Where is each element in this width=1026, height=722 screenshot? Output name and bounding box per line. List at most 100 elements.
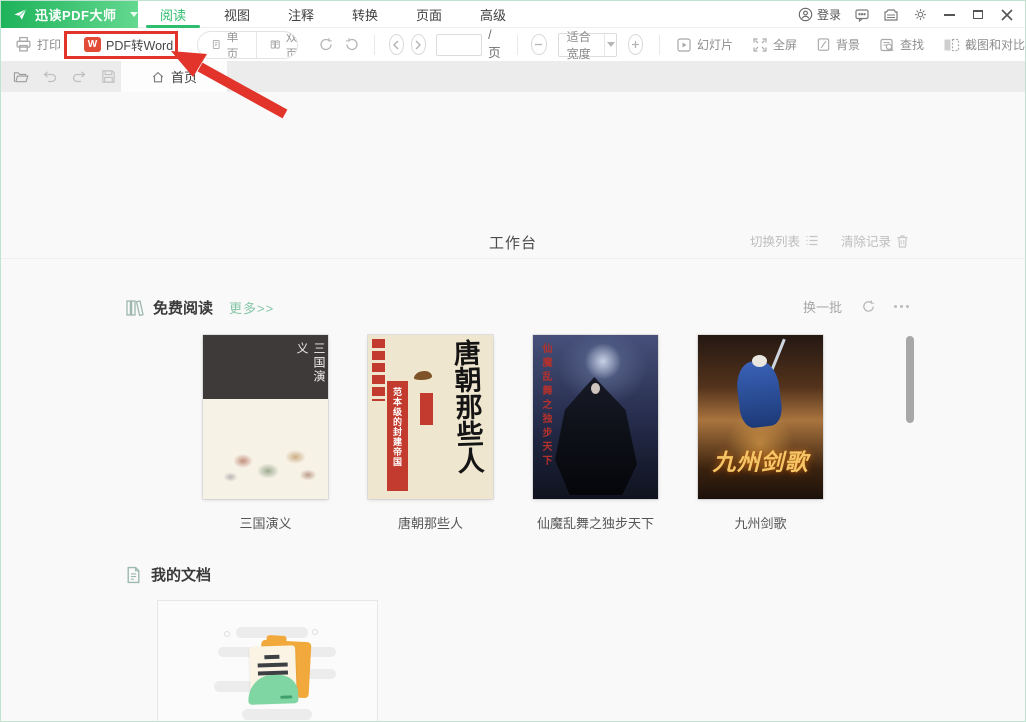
next-page-button[interactable] (410, 34, 427, 55)
login-label: 登录 (816, 8, 841, 22)
free-reading-header: 免费阅读 更多>> (125, 297, 274, 318)
redo-button[interactable] (71, 69, 87, 85)
zoom-mode-select[interactable]: 适合宽度 (557, 30, 617, 61)
free-reading-title: 免费阅读 (153, 300, 214, 317)
switch-list-button[interactable]: 切换列表 (750, 231, 819, 250)
document-tabstrip: 首页 (1, 61, 1025, 92)
printer-icon (16, 36, 31, 52)
page-number-input[interactable] (436, 33, 483, 56)
my-documents-title: 我的文档 (151, 567, 212, 584)
undo-icon (43, 70, 57, 82)
cover-title-text: 仙魔乱舞之独步天下 (540, 343, 551, 469)
save-icon (101, 70, 115, 83)
rotate-cw-icon (320, 38, 332, 51)
document-icon (125, 566, 142, 584)
prev-page-button[interactable] (388, 34, 404, 55)
book-title[interactable]: 唐朝那些人 (368, 513, 493, 532)
double-page-icon (270, 40, 280, 49)
chevron-right-icon (415, 40, 422, 49)
tab-page[interactable]: 页面 (397, 1, 461, 28)
chevron-left-icon (393, 40, 399, 49)
book-cover-xianmo[interactable]: 仙魔乱舞之独步天下 (533, 335, 658, 499)
tab-convert[interactable]: 转换 (333, 1, 397, 28)
paper-plane-icon (14, 9, 27, 20)
snapshot-compare-button[interactable]: 截图和对比 (943, 36, 1025, 53)
split-panes-icon (944, 38, 960, 51)
fullscreen-icon (753, 37, 767, 52)
empty-doc-illustration (208, 619, 336, 721)
print-button[interactable]: 打印 (15, 36, 61, 53)
zoom-mode-caret[interactable] (604, 33, 616, 56)
tab-view[interactable]: 视图 (205, 1, 269, 28)
refresh-icon[interactable] (860, 299, 876, 315)
open-file-button[interactable] (13, 69, 29, 85)
cover-title-text: 三国演义 (295, 342, 326, 384)
close-button[interactable] (999, 7, 1015, 23)
search-doc-icon (880, 38, 894, 51)
zoom-out-button[interactable] (531, 34, 547, 55)
open-document-card[interactable] (157, 600, 378, 721)
book-title[interactable]: 三国演义 (203, 513, 328, 532)
zoom-mode-value: 适合宽度 (566, 29, 591, 61)
double-page-button[interactable]: 双页 (256, 31, 297, 58)
titlebar: 迅读PDF大师 阅读 视图 注释 转换 页面 高级 登录 (1, 1, 1025, 28)
slideshow-button[interactable]: 幻灯片 (676, 36, 733, 53)
app-menu-caret-icon[interactable] (129, 12, 138, 17)
pdf-to-word-button[interactable]: W PDF转Word (84, 35, 173, 54)
folder-open-icon (13, 71, 29, 82)
cover-title-text: 唐朝那些人 (449, 338, 484, 475)
book-title[interactable]: 仙魔乱舞之独步天下 (533, 513, 658, 532)
trash-icon (897, 234, 908, 248)
zoom-in-button[interactable] (627, 34, 644, 55)
scrollbar-thumb[interactable] (906, 336, 914, 423)
app-title: 迅读PDF大师 (35, 8, 117, 23)
single-page-icon (213, 40, 220, 49)
book-cover-tangchao[interactable]: 范本级的封建帝国 唐朝那些人 (368, 335, 493, 499)
user-icon (798, 7, 813, 22)
rotate-ccw-button[interactable] (344, 37, 360, 53)
book-cover-jiuzhou[interactable]: 九州剑歌 (698, 335, 823, 499)
find-button[interactable]: 查找 (879, 36, 924, 53)
home-icon (152, 71, 164, 82)
background-button[interactable]: 背景 (816, 36, 860, 53)
book-title[interactable]: 九州剑歌 (698, 513, 823, 532)
feedback-icon[interactable] (854, 7, 870, 23)
login-button[interactable]: 登录 (798, 6, 841, 23)
home-tab-label: 首页 (170, 70, 197, 85)
more-link[interactable]: 更多>> (229, 298, 274, 317)
undo-button[interactable] (42, 69, 58, 85)
app-logo[interactable]: 迅读PDF大师 (1, 1, 138, 28)
minimize-button[interactable] (941, 7, 957, 23)
tab-annotate[interactable]: 注释 (269, 1, 333, 28)
cover-stripe-text: 范本级的封建帝国 (392, 387, 402, 467)
shortcut-keys-icon[interactable] (883, 7, 899, 23)
change-batch-button[interactable]: 换一批 (803, 297, 842, 316)
cover-title-text: 九州剑歌 (712, 450, 809, 475)
cover-illustration (203, 399, 328, 499)
save-button[interactable] (100, 69, 116, 85)
more-options-icon[interactable] (894, 305, 909, 308)
workbench-page: 工作台 切换列表 清除记录 免费阅读 更多>> 换一批 三国演义 范本级的封建帝… (1, 92, 1025, 721)
rotate-ccw-icon (345, 38, 358, 51)
clear-records-button[interactable]: 清除记录 (841, 231, 909, 250)
background-icon (817, 38, 830, 51)
fullscreen-button[interactable]: 全屏 (752, 36, 797, 53)
list-view-icon (806, 235, 818, 246)
redo-icon (72, 70, 86, 82)
maximize-button[interactable] (970, 7, 986, 23)
rotate-cw-button[interactable] (318, 37, 334, 53)
page-unit-label: /页 (488, 28, 501, 60)
bookshelf-icon (125, 299, 144, 317)
minus-icon (535, 43, 543, 46)
plus-icon (632, 41, 640, 48)
single-page-button[interactable]: 单页 (198, 32, 256, 58)
titlebar-controls: 登录 (798, 1, 1015, 28)
tab-advanced[interactable]: 高级 (461, 1, 525, 28)
ribbon-tabs: 阅读 视图 注释 转换 页面 高级 (141, 1, 525, 28)
book-cover-sanguo[interactable]: 三国演义 (203, 335, 328, 499)
settings-gear-icon[interactable] (912, 7, 928, 23)
tab-read[interactable]: 阅读 (141, 1, 205, 28)
slideshow-icon (677, 37, 691, 52)
home-tab[interactable]: 首页 (121, 61, 227, 92)
page-layout-group: 单页 双页 (197, 30, 298, 59)
